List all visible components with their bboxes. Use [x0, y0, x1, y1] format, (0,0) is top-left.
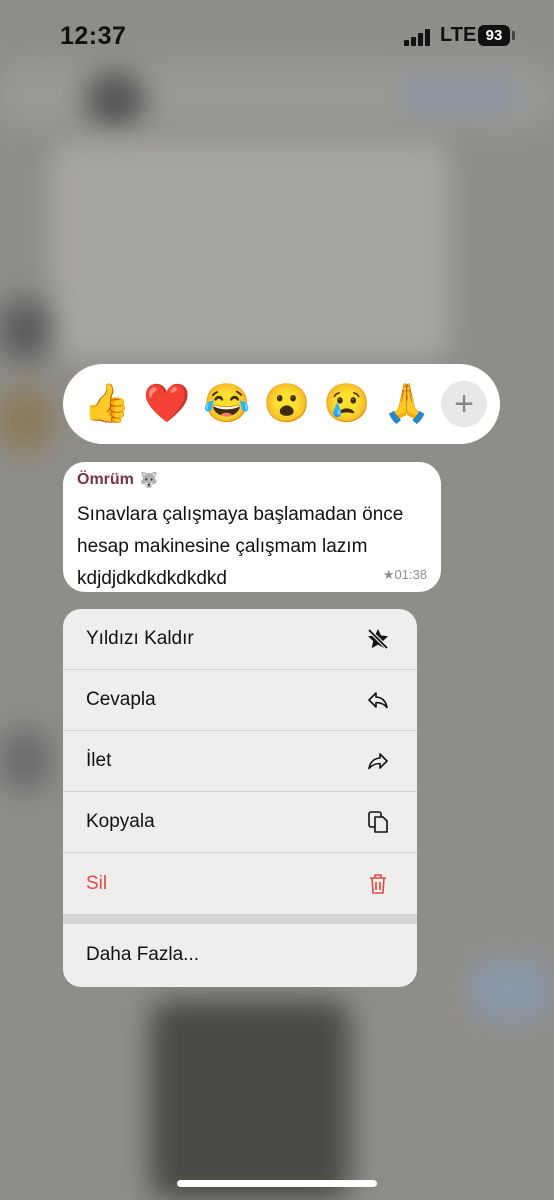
reaction-surprised[interactable]: 😮 — [257, 374, 317, 434]
reaction-bar: 👍 ❤️ 😂 😮 😢 🙏 + — [63, 364, 500, 444]
message-bubble: Ömrüm 🐺 Sınavlara çalışmaya başlamadan ö… — [63, 462, 441, 592]
more-label: Daha Fazla... — [86, 943, 199, 965]
signal-icon — [404, 28, 434, 46]
reaction-thumbs-up[interactable]: 👍 — [77, 374, 137, 434]
reaction-sad[interactable]: 😢 — [317, 374, 377, 434]
sender-name: Ömrüm — [77, 471, 134, 488]
network-type: LTE — [440, 24, 477, 46]
message-time: ★01:38 — [382, 567, 427, 582]
more-menu-item[interactable]: Daha Fazla... — [63, 924, 417, 985]
forward-icon — [366, 749, 390, 773]
battery-tip — [512, 31, 515, 40]
unstar-menu-item[interactable]: Yıldızı Kaldır — [63, 609, 417, 670]
delete-label: Sil — [86, 872, 108, 894]
copy-label: Kopyala — [86, 811, 155, 832]
trash-icon — [366, 872, 390, 896]
reaction-laugh[interactable]: 😂 — [197, 374, 257, 434]
forward-label: İlet — [86, 750, 112, 771]
forward-menu-item[interactable]: İlet — [63, 731, 417, 792]
home-indicator[interactable] — [177, 1180, 377, 1187]
unstar-label: Yıldızı Kaldır — [86, 628, 194, 649]
status-time: 12:37 — [60, 22, 127, 50]
unstar-icon — [366, 627, 390, 651]
blurred-chat-background — [0, 0, 554, 1200]
message-sender: Ömrüm 🐺 — [77, 471, 427, 489]
menu-separator — [63, 914, 417, 924]
reply-icon — [366, 688, 390, 712]
message-text: Sınavlara çalışmaya başlamadan önce hesa… — [77, 504, 404, 589]
status-bar: 12:37 LTE 93 — [0, 0, 554, 72]
reply-label: Cevapla — [86, 689, 156, 710]
reply-menu-item[interactable]: Cevapla — [63, 670, 417, 731]
reaction-heart[interactable]: ❤️ — [137, 374, 197, 434]
sender-emoji: 🐺 — [139, 472, 159, 489]
add-reaction-button[interactable]: + — [441, 381, 487, 427]
context-menu: Yıldızı Kaldır Cevapla İlet Kopyala Sil … — [63, 609, 417, 987]
delete-menu-item[interactable]: Sil — [63, 853, 417, 914]
battery-icon: 93 — [478, 25, 510, 46]
copy-menu-item[interactable]: Kopyala — [63, 792, 417, 853]
copy-icon — [366, 810, 390, 834]
reaction-pray[interactable]: 🙏 — [377, 374, 437, 434]
